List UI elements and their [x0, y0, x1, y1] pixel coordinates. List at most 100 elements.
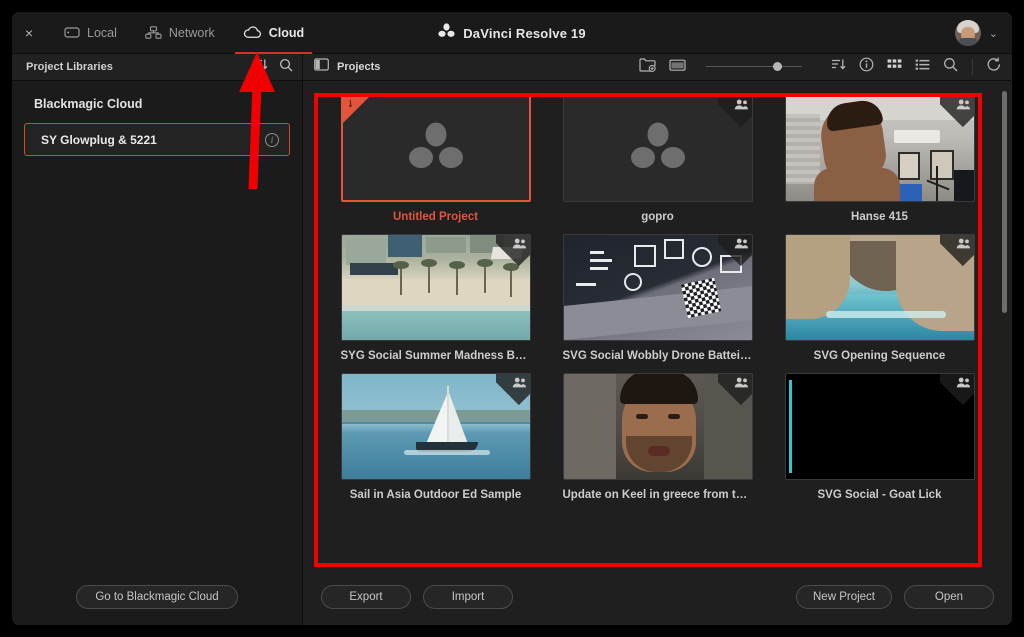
project-name: SVG Social Wobbly Drone Batteies [562, 350, 753, 362]
new-folder-icon[interactable] [639, 57, 656, 77]
toolbar-divider [972, 59, 973, 75]
project-card[interactable]: SVG Opening Sequence [784, 234, 975, 362]
projects-header: Projects [303, 54, 1012, 81]
tab-network-label: Network [168, 25, 215, 40]
chevron-down-icon[interactable]: ⌄ [989, 27, 998, 40]
project-name: SYG Social Summer Madness Beach [340, 350, 531, 362]
project-thumbnail[interactable] [562, 95, 753, 202]
projects-pane: Projects ✓ Untitled Project gopro Hanse … [303, 54, 1012, 625]
project-card[interactable]: Sail in Asia Outdoor Ed Sample [340, 373, 531, 501]
collaboration-badge [939, 374, 974, 408]
library-group-title: Blackmagic Cloud [34, 97, 143, 111]
thumbnail-size-slider[interactable] [706, 61, 802, 73]
import-button[interactable]: Import [423, 585, 513, 609]
export-button[interactable]: Export [321, 585, 411, 609]
sidebar-header: Project Libraries [12, 54, 302, 81]
tab-local[interactable]: Local [50, 12, 131, 54]
project-name: Sail in Asia Outdoor Ed Sample [349, 489, 522, 501]
sidebar-footer: Go to Blackmagic Cloud [12, 569, 302, 625]
close-button[interactable]: × [12, 12, 46, 54]
refresh-icon[interactable] [986, 57, 1002, 77]
project-thumbnail[interactable] [784, 95, 975, 202]
close-icon: × [24, 24, 34, 41]
tab-network[interactable]: Network [131, 12, 229, 54]
slider-track [706, 66, 802, 67]
collaboration-badge [717, 235, 752, 269]
sidebar-search-icon[interactable] [279, 58, 293, 77]
people-icon [734, 99, 748, 110]
library-item-sy-glowplug[interactable]: SY Glowplug & 5221 i [24, 123, 290, 156]
resolve-placeholder-icon [630, 121, 686, 176]
vertical-scrollbar[interactable] [1002, 91, 1007, 313]
open-button[interactable]: Open [904, 585, 994, 609]
projects-grid: ✓ Untitled Project gopro Hanse 415 SYG S… [325, 95, 990, 501]
project-card[interactable]: SVG Social - Goat Lick [784, 373, 975, 501]
sort-icon[interactable] [831, 58, 846, 76]
project-thumbnail[interactable] [340, 234, 531, 341]
collaboration-badge [939, 235, 974, 269]
tab-cloud[interactable]: Cloud [229, 12, 318, 54]
resolve-logo-icon [438, 23, 455, 43]
collaboration-badge [717, 96, 752, 130]
network-icon [145, 26, 162, 39]
project-thumbnail[interactable] [562, 373, 753, 480]
folder-icon[interactable] [669, 58, 686, 77]
project-thumbnail[interactable]: ✓ [340, 95, 531, 202]
list-view-icon[interactable] [915, 58, 930, 76]
project-name: SVG Opening Sequence [813, 350, 946, 362]
people-icon [734, 377, 748, 388]
project-name: Untitled Project [393, 211, 478, 223]
resolve-placeholder-icon [408, 121, 464, 176]
drive-icon [64, 26, 80, 39]
screenshot-root: × Local Network Cloud DaVinci Resolve 19… [0, 0, 1024, 637]
collaboration-badge [495, 235, 530, 269]
project-card[interactable]: Hanse 415 [784, 95, 975, 223]
storage-location-tabs: Local Network Cloud [50, 12, 318, 54]
slider-knob[interactable] [773, 62, 782, 71]
app-title-text: DaVinci Resolve 19 [463, 25, 586, 41]
project-card[interactable]: SVG Social Wobbly Drone Batteies [562, 234, 753, 362]
project-card[interactable]: gopro [562, 95, 753, 223]
projects-footer: Export Import New Project Open [303, 569, 1012, 625]
project-thumbnail[interactable] [562, 234, 753, 341]
people-icon [956, 238, 970, 249]
account-area: ⌄ [954, 12, 998, 54]
people-icon [512, 377, 526, 388]
project-thumbnail[interactable] [784, 234, 975, 341]
project-name: Hanse 415 [851, 211, 908, 223]
collaboration-badge [717, 374, 752, 408]
grid-view-icon[interactable] [887, 58, 902, 76]
project-thumbnail[interactable] [784, 373, 975, 480]
project-card[interactable]: Update on Keel in greece from thai… [562, 373, 753, 501]
avatar[interactable] [954, 20, 981, 46]
info-icon[interactable]: i [265, 132, 279, 147]
people-icon [512, 238, 526, 249]
project-card[interactable]: ✓ Untitled Project [340, 95, 531, 223]
cloud-icon [243, 26, 262, 39]
project-name: Update on Keel in greece from thai… [562, 489, 753, 501]
collaboration-badge [939, 96, 974, 130]
project-card[interactable]: SYG Social Summer Madness Beach [340, 234, 531, 362]
new-project-button[interactable]: New Project [796, 585, 892, 609]
sidebar-title: Project Libraries [26, 61, 113, 73]
library-item-label: SY Glowplug & 5221 [41, 132, 157, 147]
info-icon[interactable] [859, 57, 874, 77]
projects-scroll-area[interactable]: ✓ Untitled Project gopro Hanse 415 SYG S… [303, 81, 1012, 569]
project-libraries-sidebar: Project Libraries Blackmagic Cloud SY Gl… [12, 54, 303, 625]
panel-toggle-icon[interactable] [314, 58, 329, 76]
project-thumbnail[interactable] [340, 373, 531, 480]
collaboration-badge [495, 374, 530, 408]
people-icon [734, 238, 748, 249]
title-bar: × Local Network Cloud DaVinci Resolve 19… [12, 12, 1012, 54]
search-icon[interactable] [943, 57, 958, 77]
tab-local-label: Local [87, 25, 117, 40]
people-icon [956, 99, 970, 110]
tab-cloud-label: Cloud [268, 25, 305, 40]
people-icon [956, 377, 970, 388]
project-name: gopro [641, 211, 674, 223]
projects-title: Projects [337, 61, 381, 73]
library-list: Blackmagic Cloud SY Glowplug & 5221 i [12, 81, 302, 569]
sidebar-sort-icon[interactable] [253, 58, 268, 76]
project-name: SVG Social - Goat Lick [817, 489, 942, 501]
go-to-blackmagic-cloud-button[interactable]: Go to Blackmagic Cloud [76, 585, 238, 609]
